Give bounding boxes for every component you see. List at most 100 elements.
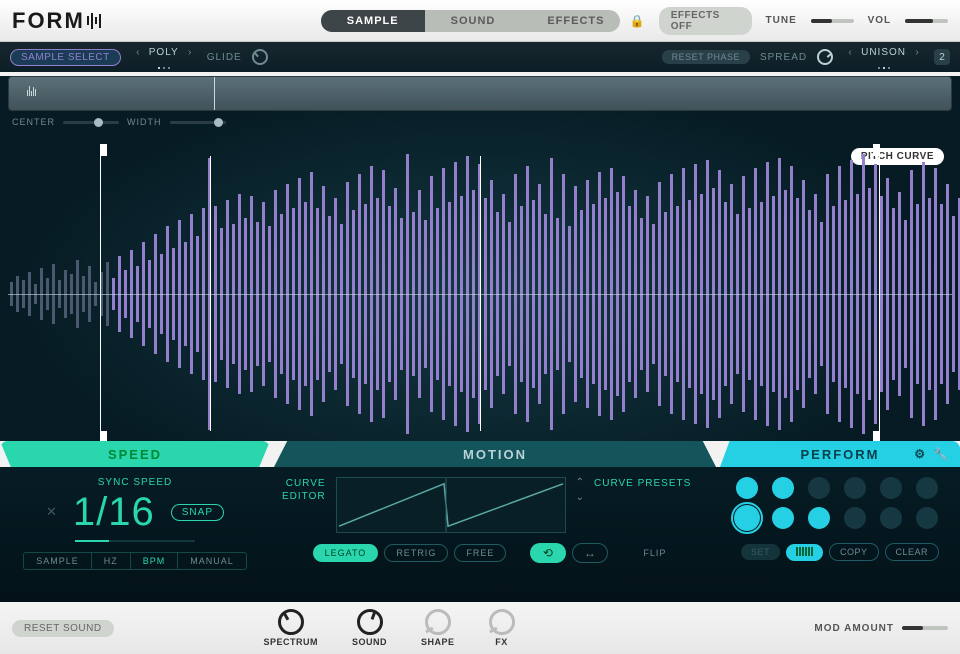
section-motion[interactable]: MOTION (274, 441, 716, 467)
sync-speed-title: SYNC SPEED (18, 477, 252, 488)
mode-bpm[interactable]: BPM (131, 553, 179, 569)
loop-end-marker[interactable] (879, 146, 880, 441)
unison-selector[interactable]: ‹ UNISON › (843, 45, 924, 69)
reset-sound-button[interactable]: RESET SOUND (12, 620, 114, 637)
section-speed[interactable]: SPEED (0, 441, 270, 467)
chevron-left-icon[interactable]: ‹ (843, 45, 857, 59)
mode-manual[interactable]: MANUAL (178, 553, 246, 569)
macro-spectrum[interactable]: SPECTRUM (263, 609, 318, 647)
vol-slider[interactable] (905, 19, 948, 23)
sample-overview[interactable] (8, 76, 952, 111)
playhead (480, 156, 481, 431)
perform-slot-1[interactable] (736, 477, 758, 499)
macro-shape[interactable]: SHAPE (421, 609, 455, 647)
effects-toggle[interactable]: EFFECTS OFF (659, 7, 752, 35)
voice-mode-selector[interactable]: ‹ POLY › (131, 45, 197, 69)
perform-slot-11[interactable] (880, 507, 902, 529)
glide-knob[interactable] (252, 49, 268, 65)
curve-editor-label[interactable]: CURVE EDITOR (282, 477, 326, 503)
tune-slider[interactable] (811, 19, 854, 23)
sample-toolbar: SAMPLE SELECT ‹ POLY › GLIDE RESET PHASE… (0, 42, 960, 72)
free-button[interactable]: FREE (454, 544, 506, 562)
speed-slider[interactable] (75, 540, 195, 542)
top-bar: FORM SAMPLE SOUND EFFECTS 🔒 EFFECTS OFF … (0, 0, 960, 42)
chevron-right-icon[interactable]: › (183, 45, 197, 59)
motion-panel: CURVE EDITOR ⌃ ⌄ CURVE PRESETS LEGATO RE… (270, 467, 720, 602)
main-tabs: SAMPLE SOUND EFFECTS (321, 10, 620, 32)
tune-label: TUNE (766, 15, 797, 26)
macro-fx[interactable]: FX (489, 609, 515, 647)
spread-label: SPREAD (760, 52, 807, 63)
center-slider[interactable] (63, 121, 119, 124)
wrench-icon[interactable]: 🔧 (933, 447, 950, 461)
spread-knob[interactable] (817, 49, 833, 65)
perform-slot-4[interactable] (844, 477, 866, 499)
curve-presets-label[interactable]: CURVE PRESETS (594, 477, 691, 490)
mod-amount-slider[interactable] (902, 626, 948, 630)
perform-slot-12[interactable] (916, 507, 938, 529)
mod-amount-label: MOD AMOUNT (814, 623, 894, 634)
retrig-button[interactable]: RETRIG (384, 544, 448, 562)
app-logo: FORM (12, 8, 101, 34)
perform-panel: SET COPY CLEAR (720, 467, 960, 602)
unison-label: UNISON (861, 47, 906, 58)
reset-phase-button[interactable]: RESET PHASE (662, 50, 750, 64)
curve-editor[interactable] (336, 477, 566, 533)
clear-button[interactable]: CLEAR (885, 543, 940, 561)
mode-sample[interactable]: SAMPLE (24, 553, 92, 569)
loop-start-marker[interactable] (100, 146, 101, 441)
flip-button[interactable]: FLIP (632, 545, 677, 561)
chevron-up-icon[interactable]: ⌃ (576, 477, 584, 488)
footer-bar: RESET SOUND SPECTRUM SOUND SHAPE FX MOD … (0, 602, 960, 654)
bidir-icon: ↔ (584, 547, 597, 559)
bottom-panels: SYNC SPEED ✕ 1/16 SNAP SAMPLE HZ BPM MAN… (0, 467, 960, 602)
speed-panel: SYNC SPEED ✕ 1/16 SNAP SAMPLE HZ BPM MAN… (0, 467, 270, 602)
center-label: CENTER (12, 117, 55, 127)
tab-effects[interactable]: EFFECTS (521, 10, 619, 32)
perform-slot-3[interactable] (808, 477, 830, 499)
drag-handle-icon[interactable] (27, 86, 36, 96)
perform-slot-6[interactable] (916, 477, 938, 499)
chevron-down-icon[interactable]: ⌄ (576, 492, 584, 503)
loop-button[interactable]: ⟲ (530, 543, 566, 563)
perform-slot-9[interactable] (808, 507, 830, 529)
tab-sound[interactable]: SOUND (425, 10, 522, 32)
playhead (210, 156, 211, 431)
unison-count[interactable]: 2 (934, 49, 950, 65)
waveform-display[interactable] (0, 146, 960, 441)
width-label: WIDTH (127, 117, 162, 127)
lock-icon[interactable]: 🔒 (630, 14, 645, 28)
perform-slot-7[interactable] (736, 507, 758, 529)
close-icon[interactable]: ✕ (46, 504, 57, 520)
set-button[interactable]: SET (741, 544, 780, 560)
perform-slot-10[interactable] (844, 507, 866, 529)
speed-value[interactable]: 1/16 (73, 492, 155, 532)
legato-button[interactable]: LEGATO (313, 544, 379, 562)
loop-icon: ⟲ (543, 547, 554, 559)
tab-sample[interactable]: SAMPLE (321, 10, 425, 32)
mode-hz[interactable]: HZ (92, 553, 131, 569)
perform-slot-8[interactable] (772, 507, 794, 529)
snap-button[interactable]: SNAP (171, 504, 224, 521)
perform-slots (734, 477, 946, 531)
chevron-left-icon[interactable]: ‹ (131, 45, 145, 59)
section-tabs: SPEED MOTION PERFORM ⚙ 🔧 (0, 441, 960, 467)
perform-slot-5[interactable] (880, 477, 902, 499)
perform-slot-2[interactable] (772, 477, 794, 499)
voice-mode-value: POLY (149, 47, 179, 58)
keyboard-button[interactable] (786, 544, 823, 561)
logo-wave-icon (87, 11, 101, 31)
waveform-area: CENTER WIDTH PITCH CURVE (0, 76, 960, 441)
sliders-icon[interactable]: ⚙ (914, 447, 927, 461)
copy-button[interactable]: COPY (829, 543, 879, 561)
chevron-right-icon[interactable]: › (910, 45, 924, 59)
keyboard-icon (796, 547, 813, 556)
vol-label: VOL (868, 15, 892, 26)
glide-label: GLIDE (207, 52, 242, 63)
width-slider[interactable] (170, 121, 226, 124)
bidir-button[interactable]: ↔ (572, 543, 608, 563)
macro-sound[interactable]: SOUND (352, 609, 387, 647)
sample-select-button[interactable]: SAMPLE SELECT (10, 49, 121, 66)
overview-cursor (214, 77, 215, 110)
section-perform[interactable]: PERFORM ⚙ 🔧 (720, 441, 960, 467)
